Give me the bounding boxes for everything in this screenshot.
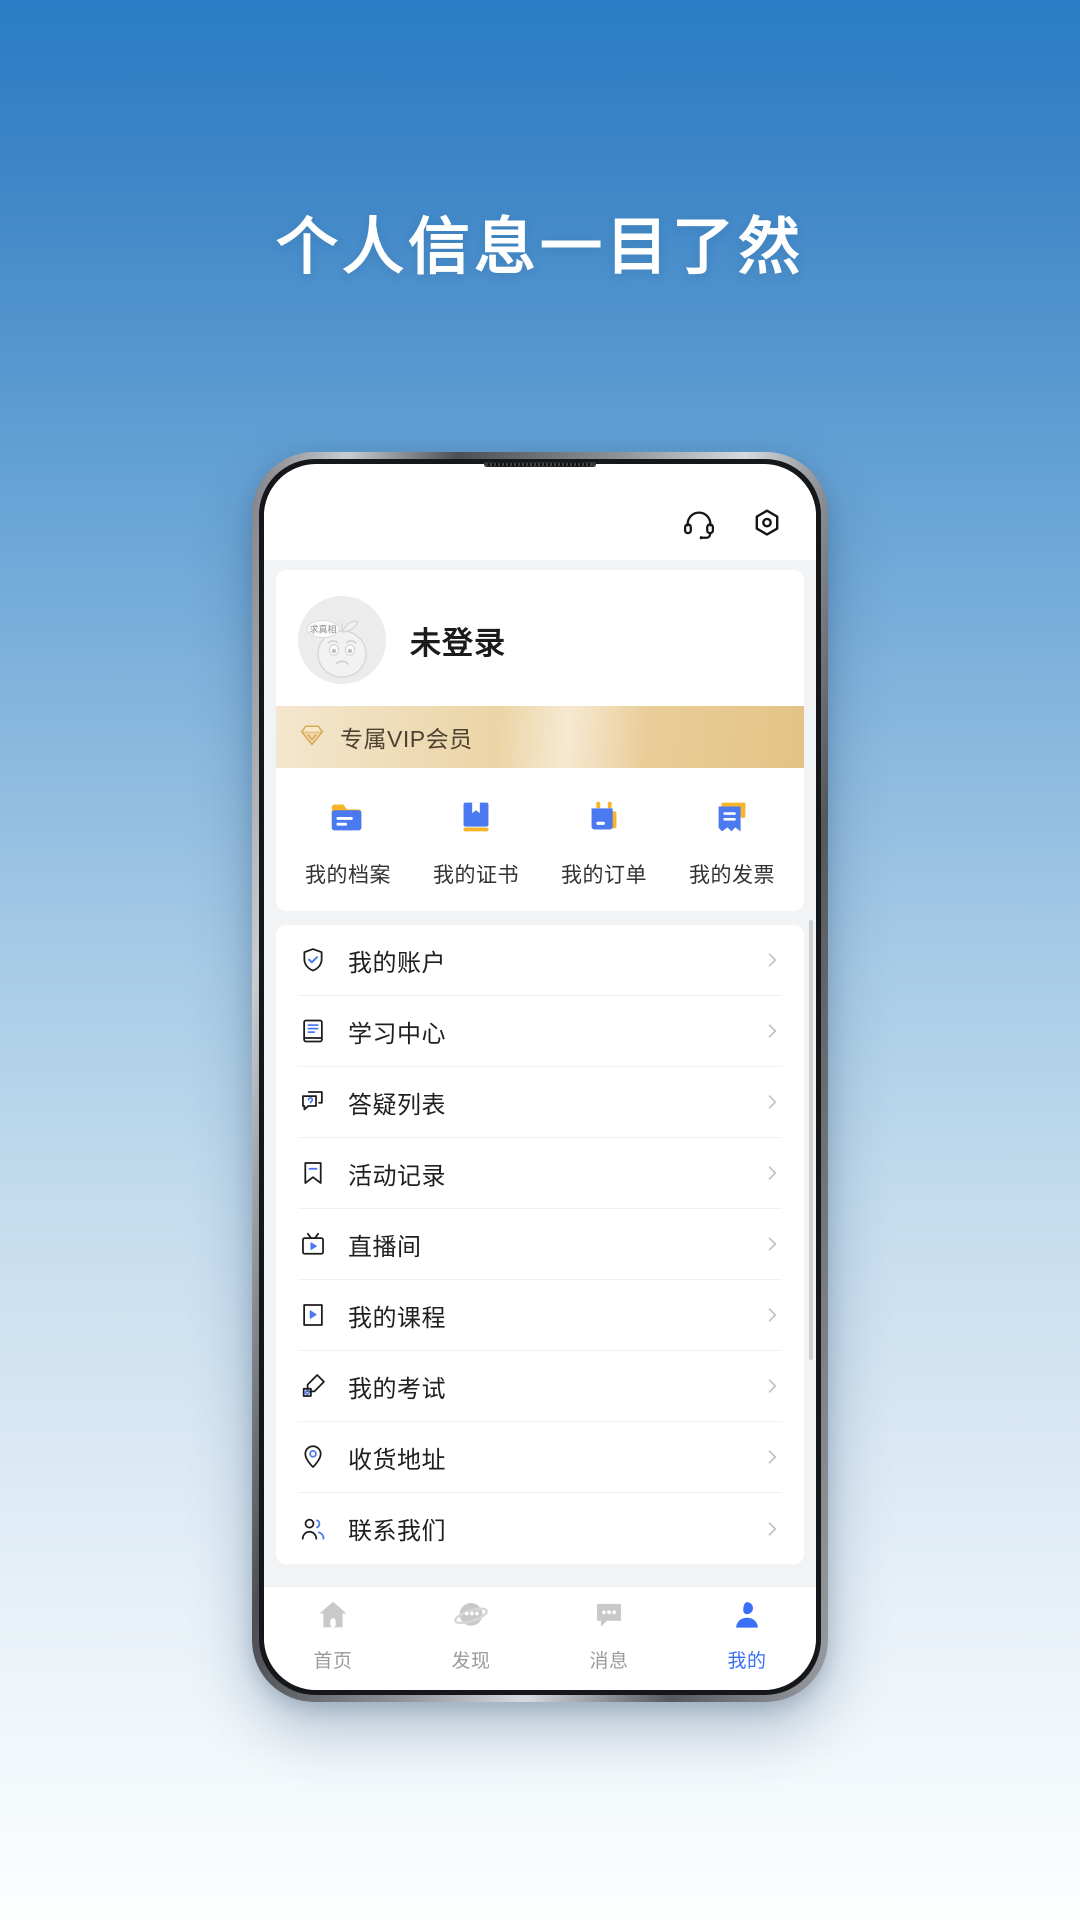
chevron-right-icon xyxy=(762,1376,782,1396)
receipt-icon xyxy=(709,794,755,845)
menu-list: 我的账户 学习中心 答疑列表 活动记录 直播间 我的课程 我的考试 收货地址 联… xyxy=(276,925,804,1564)
phone-mockup: 求真相 未登录 专属VIP会员 我的档案 我的证书 我的订单 我的发票 我的账户… xyxy=(252,452,828,1702)
menu-item-label: 收货地址 xyxy=(348,1446,446,1474)
quick-action-invoice[interactable]: 我的发票 xyxy=(668,794,796,889)
menu-item-label: 我的课程 xyxy=(348,1304,446,1332)
tab-label: 消息 xyxy=(589,1651,629,1672)
page-title: 个人信息一目了然 xyxy=(275,213,804,282)
phone-bezel: 求真相 未登录 专属VIP会员 我的档案 我的证书 我的订单 我的发票 我的账户… xyxy=(259,459,821,1695)
phone-earpiece xyxy=(484,462,596,467)
profile-card[interactable]: 求真相 未登录 xyxy=(276,570,804,706)
quick-actions: 我的档案 我的证书 我的订单 我的发票 xyxy=(276,768,804,911)
chevron-right-icon xyxy=(762,1234,782,1254)
shield-check-icon xyxy=(298,945,328,975)
clipboard-icon xyxy=(581,794,627,845)
tab-label: 首页 xyxy=(313,1651,353,1672)
tab-profile[interactable]: 我的 xyxy=(678,1597,816,1673)
phone-screen: 求真相 未登录 专属VIP会员 我的档案 我的证书 我的订单 我的发票 我的账户… xyxy=(264,464,816,1690)
message-icon xyxy=(591,1597,627,1638)
quick-action-archive[interactable]: 我的档案 xyxy=(284,794,412,889)
planet-icon xyxy=(453,1597,489,1638)
user-avatar-cartoon: 求真相 xyxy=(298,596,386,684)
chevron-right-icon xyxy=(762,1447,782,1467)
book-icon xyxy=(453,794,499,845)
tv-play-icon xyxy=(298,1229,328,1259)
app-header xyxy=(264,488,816,560)
home-icon xyxy=(315,1597,351,1638)
menu-item-study-center[interactable]: 学习中心 xyxy=(298,996,782,1067)
settings-button[interactable] xyxy=(744,501,790,547)
question-chat-icon xyxy=(298,1087,328,1117)
menu-item-label: 直播间 xyxy=(348,1233,422,1261)
menu-item-my-courses[interactable]: 我的课程 xyxy=(298,1280,782,1351)
chevron-right-icon xyxy=(762,1163,782,1183)
chevron-right-icon xyxy=(762,1305,782,1325)
chevron-right-icon xyxy=(762,950,782,970)
customer-support-button[interactable] xyxy=(676,501,722,547)
tab-label: 发现 xyxy=(451,1651,491,1672)
app-scroll-area[interactable]: 求真相 未登录 专属VIP会员 我的档案 我的证书 我的订单 我的发票 我的账户… xyxy=(264,560,816,1586)
menu-item-shipping-address[interactable]: 收货地址 xyxy=(298,1422,782,1493)
menu-item-label: 我的账户 xyxy=(348,949,446,977)
pen-edit-icon xyxy=(298,1371,328,1401)
menu-item-contact-us[interactable]: 联系我们 xyxy=(298,1493,782,1564)
quick-action-label: 我的发票 xyxy=(689,864,775,887)
avatar[interactable]: 求真相 xyxy=(298,596,386,684)
contacts-icon xyxy=(298,1514,328,1544)
menu-item-qa-list[interactable]: 答疑列表 xyxy=(298,1067,782,1138)
bottom-tab-bar: 首页 发现 消息 我的 xyxy=(264,1586,816,1690)
menu-item-account[interactable]: 我的账户 xyxy=(298,925,782,996)
vip-banner[interactable]: 专属VIP会员 xyxy=(276,706,804,768)
tab-messages[interactable]: 消息 xyxy=(540,1597,678,1673)
gear-icon xyxy=(750,507,784,541)
tab-discover[interactable]: 发现 xyxy=(402,1597,540,1673)
location-pin-icon xyxy=(298,1442,328,1472)
tab-home[interactable]: 首页 xyxy=(264,1597,402,1673)
menu-item-label: 我的考试 xyxy=(348,1375,446,1403)
menu-item-live-room[interactable]: 直播间 xyxy=(298,1209,782,1280)
quick-action-label: 我的证书 xyxy=(433,864,519,887)
quick-action-label: 我的订单 xyxy=(561,864,647,887)
quick-action-certificate[interactable]: 我的证书 xyxy=(412,794,540,889)
diamond-icon xyxy=(298,721,326,754)
chevron-right-icon xyxy=(762,1519,782,1539)
menu-item-my-exams[interactable]: 我的考试 xyxy=(298,1351,782,1422)
person-icon xyxy=(729,1597,765,1638)
book-lines-icon xyxy=(298,1016,328,1046)
chevron-right-icon xyxy=(762,1021,782,1041)
quick-action-label: 我的档案 xyxy=(305,864,391,887)
chevron-right-icon xyxy=(762,1092,782,1112)
quick-action-order[interactable]: 我的订单 xyxy=(540,794,668,889)
video-play-icon xyxy=(298,1300,328,1330)
menu-item-activity-log[interactable]: 活动记录 xyxy=(298,1138,782,1209)
menu-item-label: 学习中心 xyxy=(348,1020,446,1048)
profile-name: 未登录 xyxy=(410,625,506,661)
menu-item-label: 活动记录 xyxy=(348,1162,446,1190)
menu-item-label: 答疑列表 xyxy=(348,1091,446,1119)
headset-icon xyxy=(682,507,716,541)
menu-item-label: 联系我们 xyxy=(348,1518,446,1545)
vip-label: 专属VIP会员 xyxy=(340,726,473,752)
bookmark-icon xyxy=(298,1158,328,1188)
tab-label: 我的 xyxy=(727,1651,767,1672)
folder-icon xyxy=(325,794,371,845)
phone-frame: 求真相 未登录 专属VIP会员 我的档案 我的证书 我的订单 我的发票 我的账户… xyxy=(252,452,828,1702)
scrollbar[interactable] xyxy=(809,920,813,1360)
svg-text:求真相: 求真相 xyxy=(309,624,336,635)
